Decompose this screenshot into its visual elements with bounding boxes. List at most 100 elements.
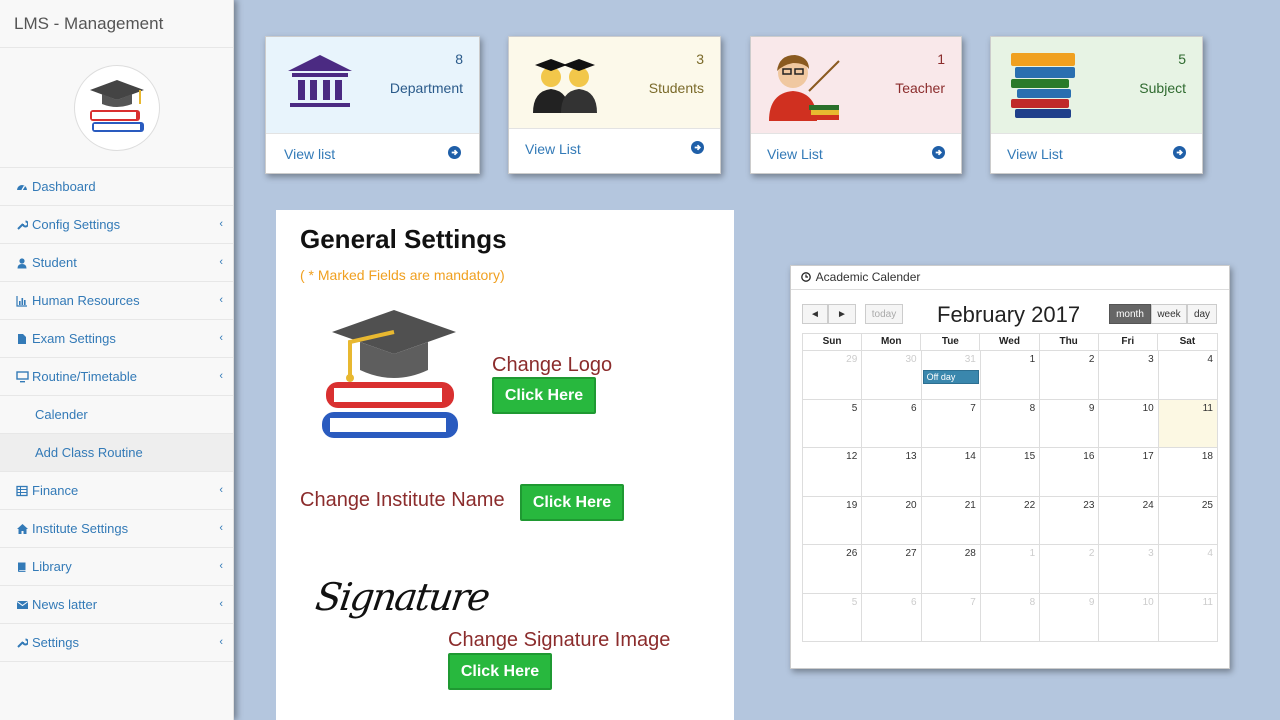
month-view-button[interactable]: month (1109, 304, 1151, 324)
calendar-day-cell[interactable]: 21 (921, 496, 981, 545)
prev-month-button[interactable]: ◄ (802, 304, 828, 324)
change-name-button[interactable]: Click Here (520, 484, 624, 521)
calendar-day-cell[interactable]: 14 (921, 448, 981, 497)
general-settings-panel: General Settings ( * Marked Fields are m… (276, 210, 734, 720)
calendar-day-cell[interactable]: 10 (1099, 593, 1159, 642)
next-month-button[interactable]: ► (828, 304, 856, 324)
department-view-list[interactable]: View list (266, 133, 479, 173)
calendar-day-cell[interactable]: 8 (980, 593, 1041, 642)
calendar-day-number: 19 (846, 499, 858, 511)
sidebar-item-add-class-routine[interactable]: Add Class Routine (0, 434, 233, 472)
books-icon (1007, 47, 1081, 124)
calendar-day-number: 28 (964, 548, 976, 559)
calendar-day-cell[interactable]: 5 (803, 593, 863, 642)
sidebar-item-settings[interactable]: Settings ‹ (0, 624, 233, 662)
calendar-day-cell[interactable]: 18 (1158, 448, 1218, 497)
app-title[interactable]: LMS - Management (0, 0, 233, 48)
calendar-day-cell[interactable]: 15 (980, 448, 1041, 497)
calendar-day-cell[interactable]: 24 (1099, 496, 1159, 545)
card-top: 1 Teacher (751, 37, 961, 133)
calendar-day-cell[interactable]: 5 (803, 399, 863, 448)
change-signature-button[interactable]: Click Here (448, 653, 552, 690)
view-list-link[interactable]: View List (1007, 146, 1063, 162)
calendar-day-cell[interactable]: 29 (803, 351, 863, 400)
sidebar-item-label: Student (32, 255, 77, 270)
view-list-link[interactable]: View List (767, 146, 823, 162)
change-logo-button[interactable]: Click Here (492, 377, 596, 414)
calendar-day-cell[interactable]: 28 (921, 545, 981, 594)
calendar-day-cell[interactable]: 9 (1040, 593, 1100, 642)
sidebar-item-dashboard[interactable]: Dashboard (0, 168, 233, 206)
calendar-day-cell[interactable]: 2 (1040, 351, 1100, 400)
day-of-week-header: Sun (803, 334, 863, 350)
calendar-day-cell[interactable]: 20 (862, 496, 922, 545)
subject-label: Subject (1139, 80, 1186, 96)
chevron-left-icon: ‹ (219, 294, 223, 306)
calendar-day-cell[interactable]: 4 (1158, 545, 1218, 594)
calendar-day-number: 3 (1148, 354, 1154, 365)
sidebar-item-finance[interactable]: Finance ‹ (0, 472, 233, 510)
change-institute-name-label: Change Institute Name (300, 489, 505, 511)
logo-preview (316, 308, 462, 469)
calendar-day-cell[interactable]: 12 (803, 448, 863, 497)
sidebar-item-label: Exam Settings (32, 331, 116, 346)
calendar-day-cell[interactable]: 11 (1158, 593, 1218, 642)
arrow-circle-right-icon[interactable] (932, 145, 945, 162)
today-button[interactable]: today (865, 304, 903, 324)
arrow-circle-right-icon[interactable] (691, 140, 704, 157)
bar-chart-icon (14, 295, 30, 307)
sidebar-item-news-latter[interactable]: News latter ‹ (0, 586, 233, 624)
chevron-left-icon: ‹ (219, 218, 223, 230)
subject-view-list[interactable]: View List (991, 133, 1202, 173)
calendar-day-cell[interactable]: 3 (1099, 351, 1159, 400)
card-department: 8 Department View list (265, 36, 480, 174)
calendar-day-cell[interactable]: 2 (1040, 545, 1100, 594)
calendar-event[interactable]: Off day (922, 370, 979, 384)
view-list-link[interactable]: View list (284, 146, 335, 162)
calendar-day-cell[interactable]: 17 (1099, 448, 1159, 497)
calendar-day-cell[interactable]: 23 (1040, 496, 1100, 545)
calendar-day-cell[interactable]: 7 (921, 593, 981, 642)
calendar-day-cell[interactable]: 7 (921, 399, 981, 448)
calendar-day-cell[interactable]: 6 (862, 399, 922, 448)
card-subject: 5 Subject View List (990, 36, 1203, 174)
day-view-button[interactable]: day (1187, 304, 1217, 324)
calendar-day-cell[interactable]: 19 (803, 496, 863, 545)
calendar-day-number: 25 (1201, 499, 1213, 511)
calendar-day-cell[interactable]: 31 Off day (921, 351, 981, 400)
sidebar-item-library[interactable]: Library ‹ (0, 548, 233, 586)
sidebar-item-routine-timetable[interactable]: Routine/Timetable ‹ (0, 358, 233, 396)
calendar-day-cell[interactable]: 3 (1099, 545, 1159, 594)
week-view-button[interactable]: week (1151, 304, 1187, 324)
sidebar-item-label: Library (32, 559, 72, 574)
sidebar-item-student[interactable]: Student ‹ (0, 244, 233, 282)
sidebar-item-exam-settings[interactable]: Exam Settings ‹ (0, 320, 233, 358)
calendar-day-cell[interactable]: 10 (1099, 399, 1159, 448)
calendar-day-cell[interactable]: 9 (1040, 399, 1100, 448)
calendar-day-cell[interactable]: 22 (980, 496, 1041, 545)
teacher-view-list[interactable]: View List (751, 133, 961, 173)
calendar-header: Academic Calender (791, 266, 1229, 290)
arrow-circle-right-icon[interactable] (448, 145, 461, 162)
calendar-day-cell[interactable]: 16 (1040, 448, 1100, 497)
arrow-circle-right-icon[interactable] (1173, 145, 1186, 162)
calendar-day-cell[interactable]: 30 (862, 351, 922, 400)
calendar-day-cell[interactable]: 4 (1158, 351, 1218, 400)
calendar-day-cell[interactable]: 1 (980, 351, 1041, 400)
calendar-day-cell[interactable]: 26 (803, 545, 863, 594)
students-view-list[interactable]: View List (509, 128, 720, 168)
calendar-day-cell[interactable]: 6 (862, 593, 922, 642)
calendar-day-cell[interactable]: 27 (862, 545, 922, 594)
sidebar-item-calender[interactable]: Calender (0, 396, 233, 434)
sidebar-item-config-settings[interactable]: Config Settings ‹ (0, 206, 233, 244)
calendar-day-cell[interactable]: 25 (1158, 496, 1218, 545)
calendar-day-cell[interactable]: 13 (862, 448, 922, 497)
view-list-link[interactable]: View List (525, 141, 581, 157)
sidebar-item-institute-settings[interactable]: Institute Settings ‹ (0, 510, 233, 548)
sidebar-item-human-resources[interactable]: Human Resources ‹ (0, 282, 233, 320)
calendar-day-cell[interactable]: 1 (980, 545, 1041, 594)
calendar-day-number: 20 (905, 499, 917, 511)
calendar-day-number: 13 (905, 451, 917, 462)
calendar-day-cell[interactable]: 8 (980, 399, 1041, 448)
calendar-day-cell[interactable]: 11 (1158, 399, 1218, 448)
